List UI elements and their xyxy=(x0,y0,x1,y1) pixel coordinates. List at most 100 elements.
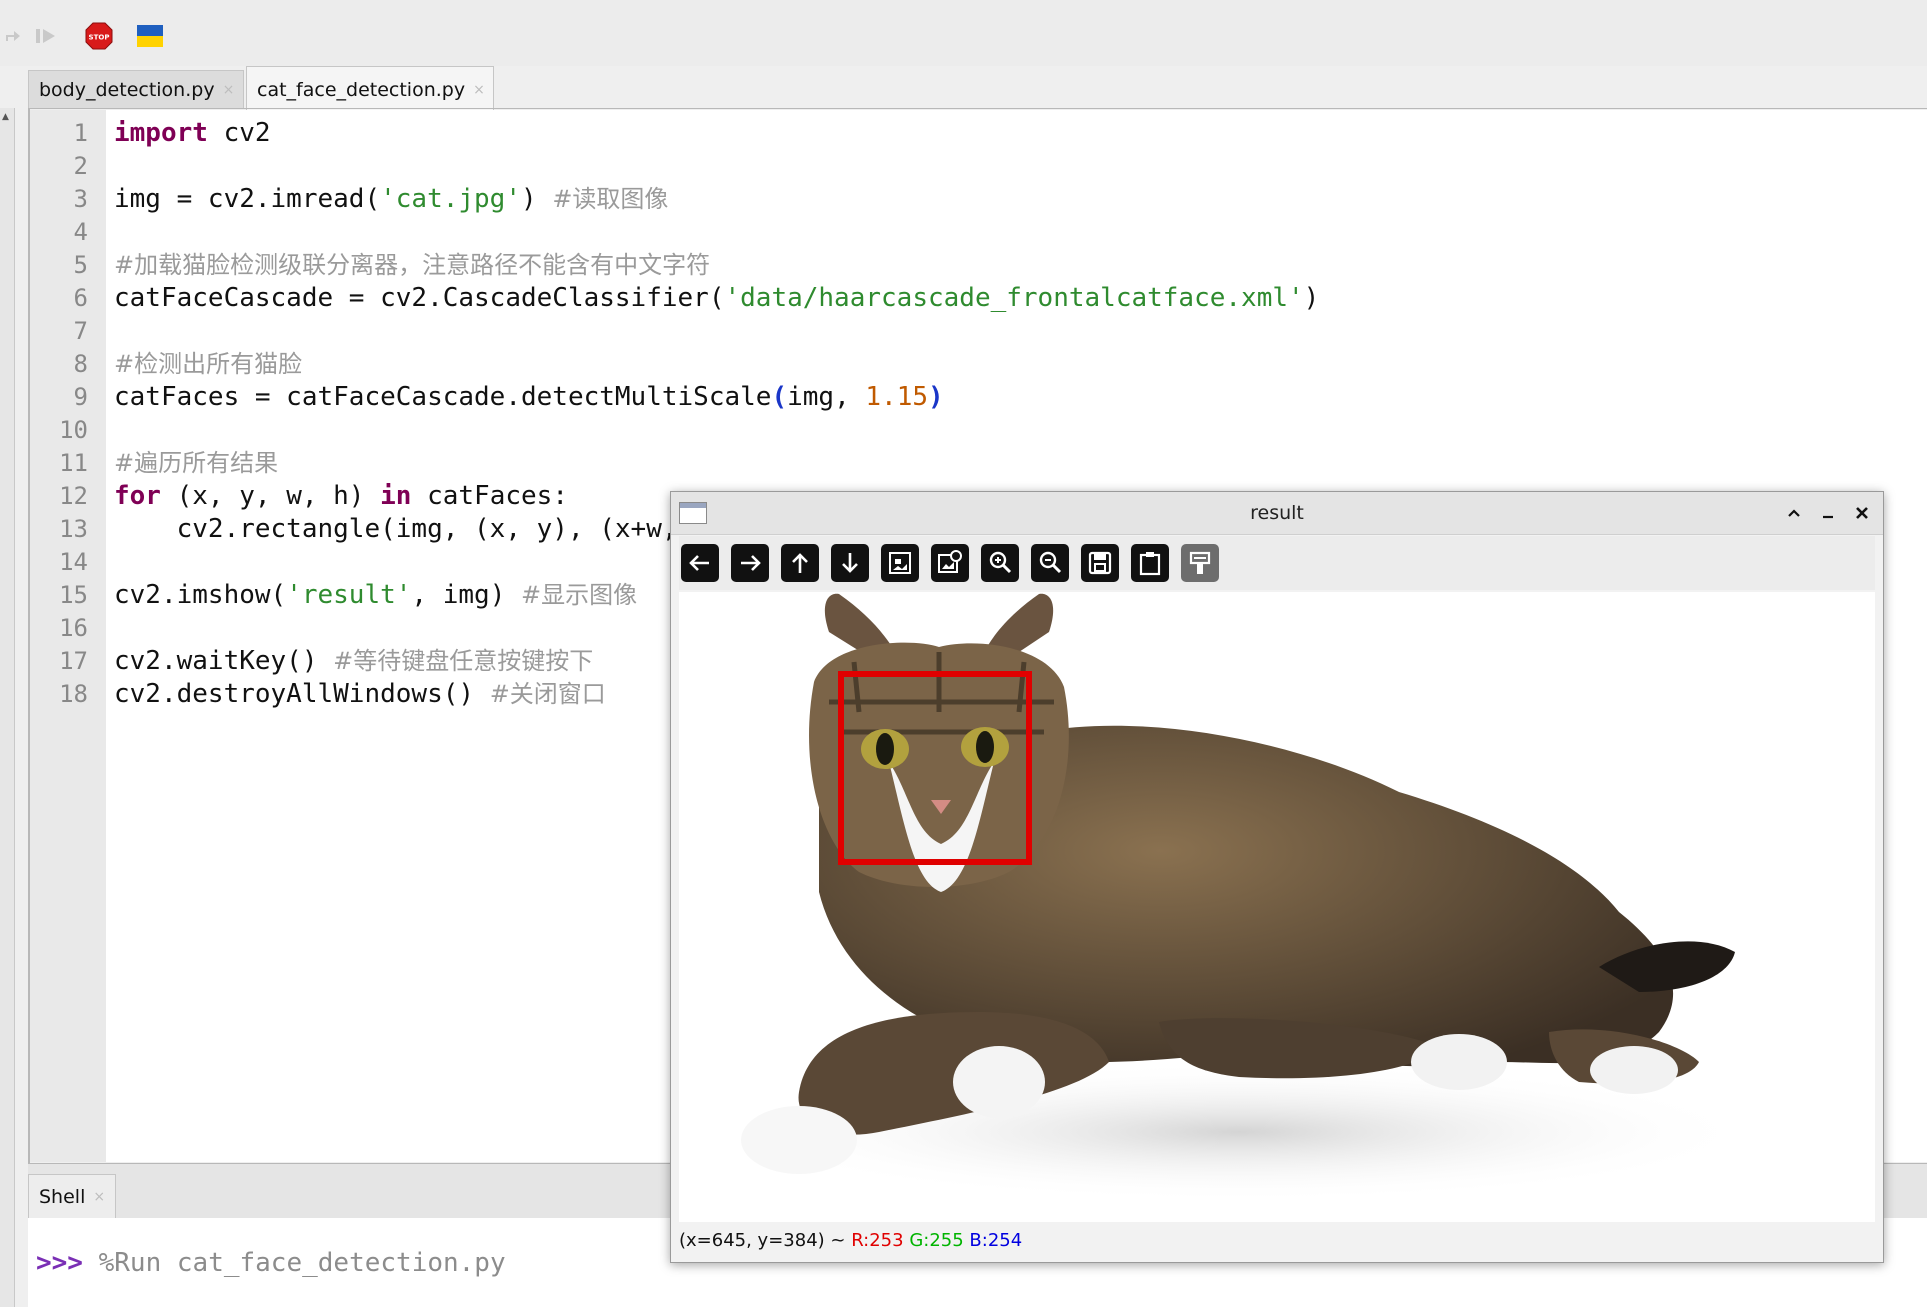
number-literal: 1.15 xyxy=(865,382,929,412)
resume-icon[interactable] xyxy=(34,22,58,50)
code-line: cv2.destroyAllWindows() #关闭窗口 xyxy=(114,678,606,711)
line-number: 18 xyxy=(59,680,88,708)
line-number: 2 xyxy=(73,152,88,180)
code-line: cv2.rectangle(img, (x, y), (x+w, xyxy=(114,513,678,546)
status-green: G:255 xyxy=(909,1230,964,1251)
code-line: cv2.imshow('result', img) #显示图像 xyxy=(114,579,637,612)
copy-clipboard-icon[interactable] xyxy=(1131,544,1169,582)
code-line: catFaceCascade = cv2.CascadeClassifier('… xyxy=(114,282,1319,315)
pan-right-icon[interactable] xyxy=(731,544,769,582)
code-text: cv2.waitKey() xyxy=(114,646,334,676)
status-red: R:253 xyxy=(851,1230,904,1251)
zoom-original-icon[interactable] xyxy=(931,544,969,582)
code-line: cv2.waitKey() #等待键盘任意按键按下 xyxy=(114,645,593,678)
line-number: 15 xyxy=(59,581,88,609)
tab-label: cat_face_detection.py xyxy=(257,78,466,101)
code-line: for (x, y, w, h) in catFaces: xyxy=(114,480,568,513)
close-icon[interactable] xyxy=(1849,500,1875,526)
close-icon[interactable]: × xyxy=(93,1189,105,1205)
code-line: #检测出所有猫脸 xyxy=(114,348,302,381)
code-text: cv2.rectangle(img, (x, y), (x+w, xyxy=(114,514,678,544)
scroll-up-icon[interactable]: ▲ xyxy=(2,112,11,122)
comment: #等待键盘任意按键按下 xyxy=(333,647,594,675)
line-number: 17 xyxy=(59,647,88,675)
comment: #加载猫脸检测级联分离器，注意路径不能含有中文字符 xyxy=(114,251,711,279)
cat-photo xyxy=(719,593,1759,1202)
string-literal: 'data/haarcascade_frontalcatface.xml' xyxy=(724,283,1304,313)
comment: #遍历所有结果 xyxy=(114,449,279,477)
code-text: ) xyxy=(521,184,553,214)
tab-cat-face-detection[interactable]: cat_face_detection.py × xyxy=(246,66,494,112)
code-line: img = cv2.imread('cat.jpg') #读取图像 xyxy=(114,183,668,216)
code-text: img = cv2.imread( xyxy=(114,184,381,214)
code-text: cv2.destroyAllWindows() xyxy=(114,679,490,709)
code-text: catFaces = catFaceCascade.detectMultiSca… xyxy=(114,382,772,412)
editor-tabbar: body_detection.py × cat_face_detection.py… xyxy=(28,66,1927,112)
code-text: ) xyxy=(1303,283,1320,313)
pan-up-icon[interactable] xyxy=(781,544,819,582)
result-window[interactable]: result (x=645, y=384) ~ R:253 G:255 B:25… xyxy=(670,491,1884,1263)
comment: #显示图像 xyxy=(521,581,638,609)
line-number: 14 xyxy=(59,548,88,576)
tab-label: Shell xyxy=(39,1185,86,1208)
line-number: 1 xyxy=(73,119,88,147)
zoom-fit-icon[interactable] xyxy=(881,544,919,582)
paren: ) xyxy=(928,382,944,412)
code-text: (x, y, w, h) xyxy=(160,481,381,511)
code-line: #加载猫脸检测级联分离器，注意路径不能含有中文字符 xyxy=(114,249,710,282)
line-number: 16 xyxy=(59,614,88,642)
vertical-scrollbar[interactable]: ▲ xyxy=(0,108,15,1307)
zoom-in-icon[interactable] xyxy=(981,544,1019,582)
line-number: 5 xyxy=(73,251,88,279)
line-number: 11 xyxy=(59,449,88,477)
code-text: , img) xyxy=(411,580,521,610)
code-line: #遍历所有结果 xyxy=(114,447,278,480)
tab-label: body_detection.py xyxy=(39,78,215,101)
comment: #关闭窗口 xyxy=(489,680,606,708)
step-back-icon[interactable] xyxy=(2,22,24,50)
code-text: catFaces: xyxy=(411,481,568,511)
close-icon[interactable]: × xyxy=(223,82,235,98)
code-text: catFaceCascade = cv2.CascadeClassifier( xyxy=(114,283,725,313)
close-icon[interactable]: × xyxy=(473,82,485,98)
code-line: catFaces = catFaceCascade.detectMultiSca… xyxy=(114,381,944,414)
tab-shell[interactable]: Shell × xyxy=(28,1174,117,1218)
shell-command: %Run cat_face_detection.py xyxy=(82,1248,506,1278)
image-toolbar xyxy=(679,536,1875,590)
window-title: result xyxy=(1250,502,1304,524)
line-number: 12 xyxy=(59,482,88,510)
tab-body-detection[interactable]: body_detection.py × xyxy=(28,70,244,108)
svg-text:STOP: STOP xyxy=(89,34,110,42)
properties-icon[interactable] xyxy=(1181,544,1219,582)
line-number: 10 xyxy=(59,416,88,444)
line-number: 8 xyxy=(73,350,88,378)
line-number: 13 xyxy=(59,515,88,543)
minimize-icon[interactable] xyxy=(1815,500,1841,526)
main-toolbar: STOP xyxy=(0,0,1927,66)
maximize-icon[interactable] xyxy=(1781,500,1807,526)
keyword: for xyxy=(114,481,161,511)
line-number: 7 xyxy=(73,317,88,345)
code-text: img, xyxy=(787,382,866,412)
code-line: import cv2 xyxy=(114,117,271,150)
pan-left-icon[interactable] xyxy=(681,544,719,582)
zoom-out-icon[interactable] xyxy=(1031,544,1069,582)
line-number: 9 xyxy=(73,383,88,411)
string-literal: 'result' xyxy=(286,580,412,610)
result-image[interactable] xyxy=(679,592,1875,1222)
string-literal: 'cat.jpg' xyxy=(380,184,521,214)
line-number: 3 xyxy=(73,185,88,213)
comment: #检测出所有猫脸 xyxy=(114,350,303,378)
stop-icon[interactable]: STOP xyxy=(84,21,114,51)
keyword: import xyxy=(114,118,208,148)
status-coords: (x=645, y=384) ~ xyxy=(679,1230,852,1251)
paren: ( xyxy=(771,382,788,412)
flag-icon[interactable] xyxy=(136,24,164,48)
save-icon[interactable] xyxy=(1081,544,1119,582)
window-titlebar[interactable]: result xyxy=(671,492,1883,535)
status-bar: (x=645, y=384) ~ R:253 G:255 B:254 xyxy=(679,1230,1022,1251)
status-blue: B:254 xyxy=(969,1230,1023,1251)
shell-prompt: >>> xyxy=(36,1248,83,1278)
shell-line: >>> %Run cat_face_detection.py xyxy=(36,1248,506,1278)
pan-down-icon[interactable] xyxy=(831,544,869,582)
